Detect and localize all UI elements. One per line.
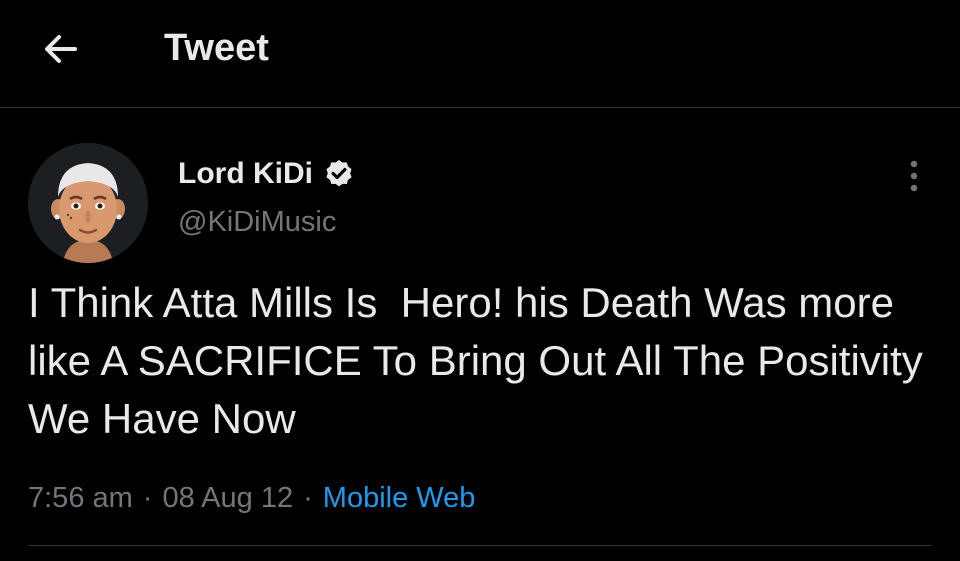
display-name[interactable]: Lord KiDi — [178, 157, 313, 191]
tweet-date[interactable]: 08 Aug 12 — [162, 482, 293, 515]
top-bar: Tweet — [0, 0, 960, 108]
tweet-time[interactable]: 7:56 am — [28, 482, 133, 515]
tweet-text: I Think Atta Mills Is Hero! his Death Wa… — [28, 279, 935, 442]
meta-separator: · — [303, 481, 313, 514]
tweet-metadata: 7:56 am · 08 Aug 12 · Mobile Web — [28, 478, 475, 518]
user-handle[interactable]: @KiDiMusic — [178, 206, 355, 239]
avatar[interactable] — [28, 143, 148, 263]
divider — [28, 545, 932, 546]
page-title: Tweet — [164, 27, 269, 69]
back-button[interactable] — [38, 26, 84, 72]
arrow-left-icon — [45, 35, 77, 63]
more-vertical-icon — [910, 160, 918, 192]
memoji-avatar-icon — [28, 143, 148, 263]
meta-separator: · — [142, 481, 153, 514]
more-options-button[interactable] — [896, 155, 932, 197]
display-name-row: Lord KiDi — [178, 152, 355, 196]
tweet-source-link[interactable]: Mobile Web — [323, 482, 476, 515]
tweet-author: Lord KiDi @KiDiMusic — [178, 152, 355, 239]
verified-badge-icon — [326, 160, 352, 187]
